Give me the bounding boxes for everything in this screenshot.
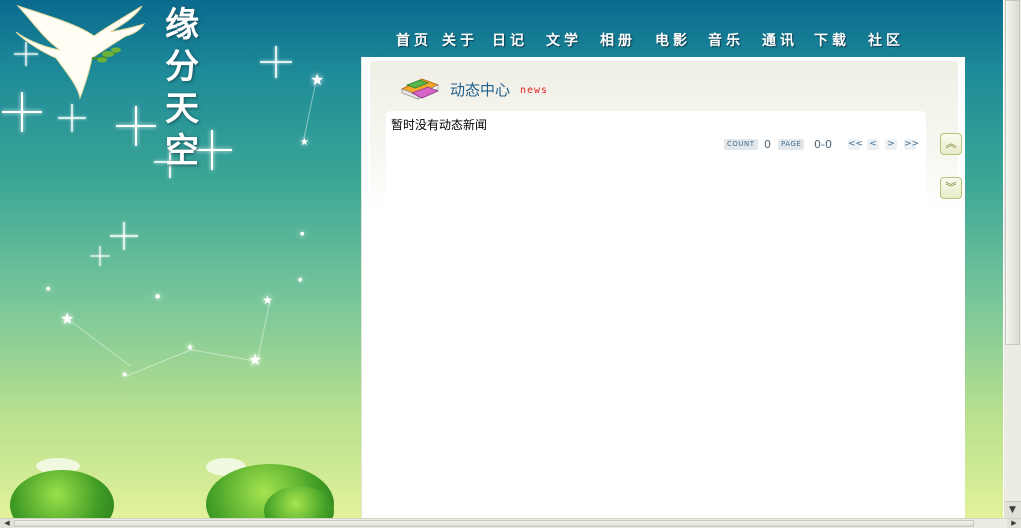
scroll-down-button[interactable]: ︾ — [940, 177, 962, 199]
scroll-left-arrow-icon[interactable]: ◀ — [0, 519, 14, 528]
vertical-scroll-thumb[interactable] — [1005, 0, 1020, 345]
scroll-up-button[interactable]: ︽ — [940, 133, 962, 155]
star-icon: ● — [298, 277, 303, 283]
empty-message: 暂时没有动态新闻 — [391, 118, 488, 132]
nav-item-about[interactable]: 关于 — [442, 30, 478, 50]
books-icon — [400, 78, 440, 100]
nav-item-diary[interactable]: 日记 — [492, 30, 528, 50]
nav-item-music[interactable]: 音乐 — [708, 30, 744, 50]
nav-item-literature[interactable]: 文学 — [546, 30, 582, 50]
scroll-right-arrow-icon[interactable]: ▶ — [1007, 519, 1021, 528]
sparkle-icon — [90, 246, 110, 266]
sparkle-icon — [116, 106, 156, 146]
scroll-down-arrow-icon[interactable]: ▼ — [1004, 501, 1021, 519]
page-value: 0-0 — [814, 138, 832, 151]
constellation-line — [189, 349, 257, 362]
dove-logo-icon — [15, 4, 146, 100]
sparkle-icon — [58, 104, 86, 132]
pager: COUNT 0 PAGE 0-0 << < > >> — [724, 138, 920, 152]
nav-item-album[interactable]: 相册 — [600, 30, 636, 50]
horizontal-scrollbar[interactable]: ◀ ▶ — [0, 518, 1021, 528]
count-label: COUNT — [724, 139, 758, 150]
site-title: 缘分天空 — [165, 5, 199, 171]
horizontal-scroll-thumb[interactable] — [14, 520, 974, 527]
star-icon: ★ — [60, 309, 75, 328]
star-icon: ● — [46, 286, 51, 292]
vertical-scrollbar[interactable]: ▼ — [1004, 0, 1021, 519]
nav-item-home[interactable]: 首页 — [396, 30, 432, 50]
page-background: ★ ★ ★ ★ ★ ★ ★ ● ● ● ● 缘分天空 首页 关于 日记 文学 相… — [0, 0, 1003, 519]
nav-item-movie[interactable]: 电影 — [655, 30, 691, 50]
constellation-line — [125, 349, 191, 377]
page-label: PAGE — [778, 139, 805, 150]
double-chevron-down-icon: ︾ — [945, 181, 957, 194]
sparkle-icon — [110, 222, 138, 250]
constellation-line — [69, 320, 131, 367]
constellation-line — [257, 299, 271, 361]
last-page-button[interactable]: >> — [904, 139, 919, 150]
star-icon: ★ — [310, 70, 325, 89]
double-chevron-up-icon: ︽ — [945, 137, 957, 150]
star-icon: ★ — [262, 293, 273, 307]
news-section: 动态中心 news 暂时没有动态新闻 COUNT 0 PAGE 0-0 << <… — [370, 61, 962, 211]
next-page-button[interactable]: > — [885, 139, 897, 150]
nav-item-contact[interactable]: 通讯 — [762, 30, 798, 50]
section-tag: news — [520, 85, 549, 96]
section-title: 动态中心 — [450, 81, 511, 99]
star-icon: ● — [155, 293, 161, 300]
count-value: 0 — [764, 138, 771, 151]
sparkle-icon — [260, 46, 292, 78]
first-page-button[interactable]: << — [848, 139, 863, 150]
nav-item-download[interactable]: 下载 — [814, 30, 850, 50]
tree — [10, 470, 114, 519]
star-icon: ● — [300, 231, 305, 237]
content-panel: 动态中心 news 暂时没有动态新闻 COUNT 0 PAGE 0-0 << <… — [361, 57, 965, 519]
news-list: 暂时没有动态新闻 COUNT 0 PAGE 0-0 << < > >> — [386, 111, 926, 211]
prev-page-button[interactable]: < — [867, 139, 879, 150]
nav-item-community[interactable]: 社区 — [868, 30, 904, 50]
